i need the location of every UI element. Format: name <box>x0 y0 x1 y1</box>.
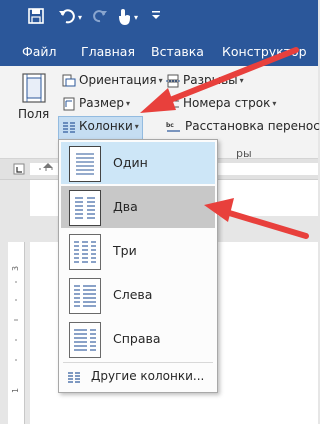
arrow-to-two-option-icon <box>204 198 309 239</box>
arrow-to-columns-icon <box>140 47 299 113</box>
annotation-arrows <box>140 47 309 239</box>
